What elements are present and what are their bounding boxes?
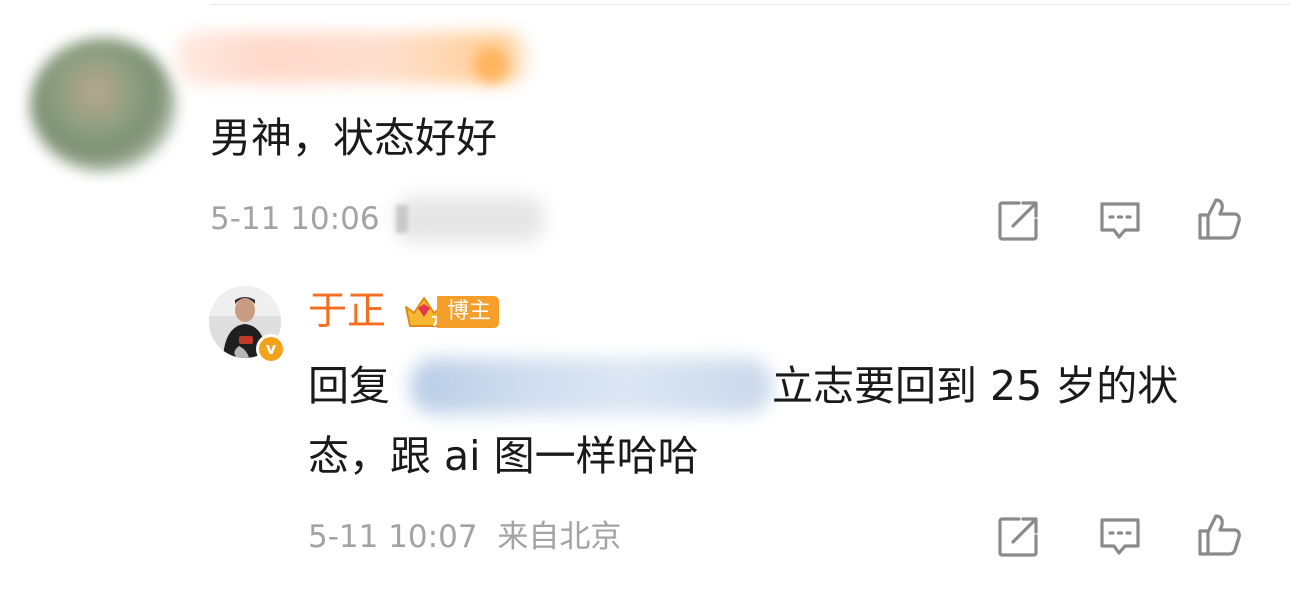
- comment-icon[interactable]: [1097, 198, 1143, 244]
- comment-text: 男神，状态好好: [210, 114, 497, 162]
- comment-timestamp: 5-11 10:06: [210, 201, 380, 237]
- like-icon[interactable]: [1196, 512, 1242, 558]
- reply-location: 来自北京: [497, 519, 622, 555]
- location-redacted-edge: [396, 205, 408, 233]
- comment-icon[interactable]: [1097, 514, 1143, 560]
- reply-meta: 5-11 10:07 来自北京: [308, 515, 621, 559]
- mention-redacted[interactable]: [410, 358, 772, 414]
- share-icon[interactable]: [995, 514, 1041, 560]
- reply-prefix: 回复: [308, 362, 390, 410]
- reply-timestamp: 5-11 10:07: [308, 519, 478, 555]
- verified-icon: v: [256, 334, 286, 364]
- location-redacted: [396, 196, 544, 242]
- user-badge-redacted: [474, 48, 508, 82]
- blogger-badge: 博主: [437, 296, 500, 328]
- share-icon[interactable]: [995, 198, 1041, 244]
- top-divider: [210, 4, 1290, 5]
- reply-text: 立志要回到 25 岁的状: [772, 362, 1179, 410]
- reply-author-name[interactable]: 于正: [308, 286, 386, 338]
- avatar[interactable]: [30, 38, 176, 172]
- reply-text-line2: 态，跟 ai 图一样哈哈: [308, 432, 699, 480]
- like-icon[interactable]: [1196, 196, 1242, 242]
